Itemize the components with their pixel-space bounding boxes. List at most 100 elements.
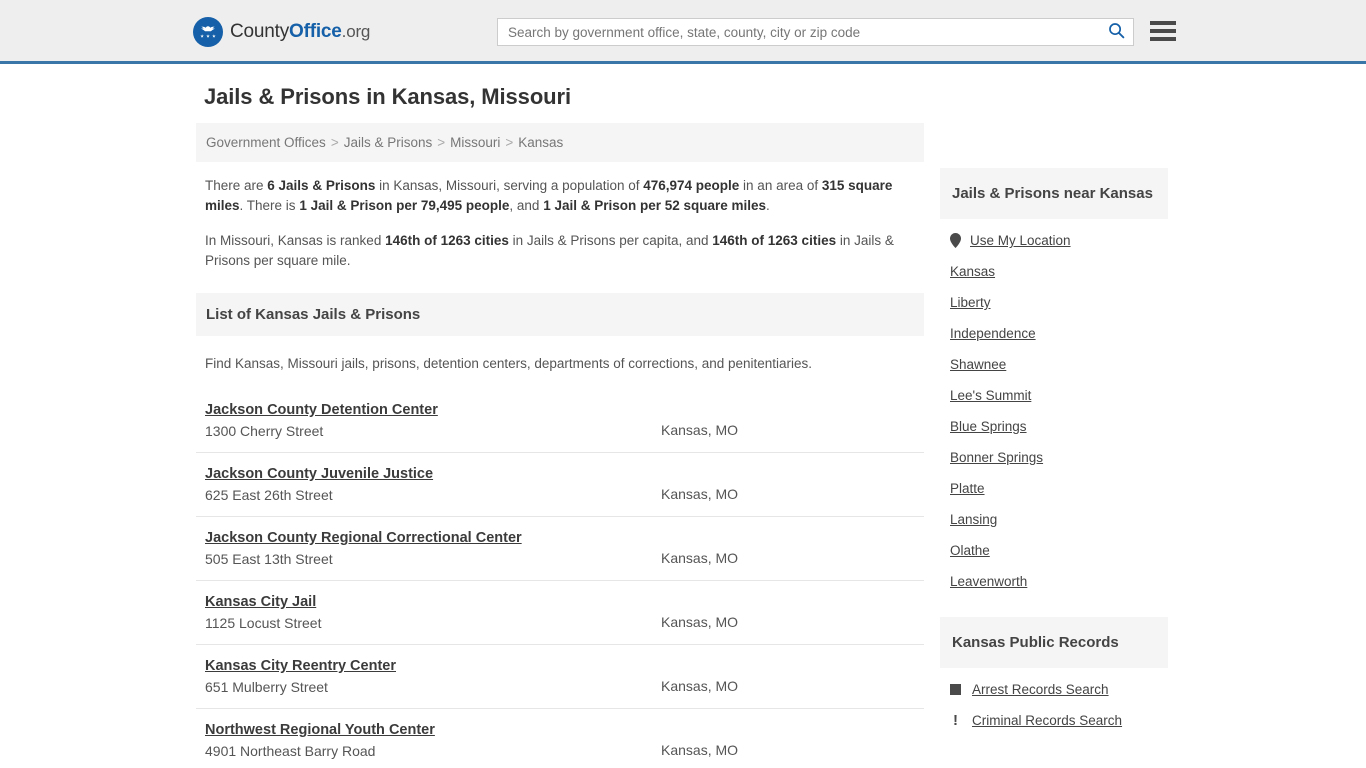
stats-text: , and xyxy=(509,198,544,213)
site-header: CountyOffice.org xyxy=(0,0,1366,64)
stats-text: . xyxy=(766,198,770,213)
listing-title-link[interactable]: Kansas City Reentry Center xyxy=(205,658,396,674)
sidebar-city-link[interactable]: Leavenworth xyxy=(950,574,1027,589)
listing-locality: Kansas, MO xyxy=(661,422,739,438)
sidebar-item-leavenworth[interactable]: Leavenworth xyxy=(940,566,1168,597)
listing-details: Jackson County Regional Correctional Cen… xyxy=(196,529,661,567)
sidebar-public-records-links: Arrest Records Search ! Criminal Records… xyxy=(940,668,1168,736)
breadcrumb-separator: > xyxy=(437,135,446,150)
stats-text: in Kansas, Missouri, serving a populatio… xyxy=(375,178,644,193)
sidebar-item-kansas[interactable]: Kansas xyxy=(940,256,1168,287)
stat-per-people: 1 Jail & Prison per 79,495 people xyxy=(299,198,510,213)
list-section-description: Find Kansas, Missouri jails, prisons, de… xyxy=(205,356,813,371)
listing-address: 505 East 13th Street xyxy=(205,551,333,567)
listing-address: 1125 Locust Street xyxy=(205,615,322,631)
stats-paragraph-counts: There are 6 Jails & Prisons in Kansas, M… xyxy=(205,176,905,216)
search-input[interactable] xyxy=(498,19,1099,45)
list-item[interactable]: Kansas City Jail 1125 Locust Street Kans… xyxy=(196,581,924,645)
stats-text: in an area of xyxy=(739,178,822,193)
sidebar-item-use-my-location[interactable]: Use My Location xyxy=(940,225,1168,256)
jails-prisons-list: Jackson County Detention Center 1300 Che… xyxy=(196,389,924,768)
listing-locality: Kansas, MO xyxy=(661,678,739,694)
sidebar-city-link[interactable]: Olathe xyxy=(950,543,990,558)
sidebar-city-link[interactable]: Bonner Springs xyxy=(950,450,1043,465)
breadcrumb-item-jails-prisons[interactable]: Jails & Prisons xyxy=(344,135,433,150)
listing-address: 625 East 26th Street xyxy=(205,487,333,503)
listing-title-link[interactable]: Northwest Regional Youth Center xyxy=(205,722,435,738)
list-item[interactable]: Jackson County Juvenile Justice 625 East… xyxy=(196,453,924,517)
square-badge-icon xyxy=(950,684,961,695)
sidebar-item-bonner-springs[interactable]: Bonner Springs xyxy=(940,442,1168,473)
logo-text-org: .org xyxy=(341,22,371,41)
logo-text-office: Office xyxy=(289,21,342,42)
sidebar-item-arrest-records-search[interactable]: Arrest Records Search xyxy=(940,674,1168,705)
list-section-heading: List of Kansas Jails & Prisons xyxy=(196,293,924,336)
sidebar-item-lansing[interactable]: Lansing xyxy=(940,504,1168,535)
listing-address: 1300 Cherry Street xyxy=(205,423,324,439)
listing-details: Jackson County Juvenile Justice 625 East… xyxy=(196,465,661,503)
list-item[interactable]: Jackson County Regional Correctional Cen… xyxy=(196,517,924,581)
hamburger-menu-icon[interactable] xyxy=(1150,18,1176,44)
listing-title-link[interactable]: Kansas City Jail xyxy=(205,594,316,610)
use-my-location-link[interactable]: Use My Location xyxy=(970,233,1071,248)
breadcrumb: Government Offices > Jails & Prisons > Misso… xyxy=(196,123,924,162)
menu-bar-2 xyxy=(1150,29,1176,33)
page-title: Jails & Prisons in Kansas, Missouri xyxy=(204,84,571,109)
listing-title-link[interactable]: Jackson County Regional Correctional Cen… xyxy=(205,530,522,546)
sidebar-city-link[interactable]: Lee's Summit xyxy=(950,388,1031,403)
breadcrumb-item-government-offices[interactable]: Government Offices xyxy=(206,135,326,150)
sidebar-city-link[interactable]: Independence xyxy=(950,326,1036,341)
search-button[interactable] xyxy=(1099,19,1133,45)
sidebar-item-shawnee[interactable]: Shawnee xyxy=(940,349,1168,380)
sidebar-city-link[interactable]: Shawnee xyxy=(950,357,1006,372)
sidebar-item-blue-springs[interactable]: Blue Springs xyxy=(940,411,1168,442)
site-logo[interactable]: CountyOffice.org xyxy=(193,17,370,47)
arrest-records-search-link[interactable]: Arrest Records Search xyxy=(972,682,1109,697)
criminal-records-search-link[interactable]: Criminal Records Search xyxy=(972,713,1122,728)
sidebar-city-link[interactable]: Blue Springs xyxy=(950,419,1027,434)
breadcrumb-separator: > xyxy=(505,135,514,150)
listing-details: Kansas City Reentry Center 651 Mulberry … xyxy=(196,657,661,695)
eagle-seal-icon xyxy=(193,17,223,47)
sidebar-item-olathe[interactable]: Olathe xyxy=(940,535,1168,566)
sidebar-city-link[interactable]: Liberty xyxy=(950,295,991,310)
sidebar-nearby-links: Use My Location Kansas Liberty Independe… xyxy=(940,219,1168,597)
sidebar: Jails & Prisons near Kansas Use My Locat… xyxy=(940,168,1168,736)
rank-per-square-mile: 146th of 1263 cities xyxy=(712,233,837,248)
breadcrumb-item-kansas[interactable]: Kansas xyxy=(518,135,563,150)
sidebar-public-records: Kansas Public Records Arrest Records Sea… xyxy=(940,617,1168,736)
listing-details: Northwest Regional Youth Center 4901 Nor… xyxy=(196,721,661,759)
sidebar-item-liberty[interactable]: Liberty xyxy=(940,287,1168,318)
search-icon xyxy=(1108,22,1125,42)
sidebar-item-platte[interactable]: Platte xyxy=(940,473,1168,504)
sidebar-item-lees-summit[interactable]: Lee's Summit xyxy=(940,380,1168,411)
list-item[interactable]: Jackson County Detention Center 1300 Che… xyxy=(196,389,924,453)
stat-jails-count: 6 Jails & Prisons xyxy=(267,178,376,193)
breadcrumb-separator: > xyxy=(330,135,339,150)
listing-title-link[interactable]: Jackson County Detention Center xyxy=(205,402,438,418)
exclamation-icon: ! xyxy=(953,712,958,729)
sidebar-city-link[interactable]: Platte xyxy=(950,481,985,496)
sidebar-city-link[interactable]: Kansas xyxy=(950,264,995,279)
map-pin-icon xyxy=(950,233,961,248)
stat-per-area: 1 Jail & Prison per 52 square miles xyxy=(543,198,767,213)
listing-locality: Kansas, MO xyxy=(661,614,739,630)
breadcrumb-item-missouri[interactable]: Missouri xyxy=(450,135,500,150)
listing-locality: Kansas, MO xyxy=(661,742,739,758)
ranking-text: In Missouri, Kansas is ranked xyxy=(205,233,386,248)
listing-title-link[interactable]: Jackson County Juvenile Justice xyxy=(205,466,433,482)
listing-details: Kansas City Jail 1125 Locust Street xyxy=(196,593,661,631)
menu-bar-3 xyxy=(1150,37,1176,41)
sidebar-public-records-heading: Kansas Public Records xyxy=(940,617,1168,668)
stats-text: . There is xyxy=(239,198,300,213)
listing-locality: Kansas, MO xyxy=(661,550,739,566)
sidebar-item-independence[interactable]: Independence xyxy=(940,318,1168,349)
rank-per-capita: 146th of 1263 cities xyxy=(385,233,509,248)
site-logo-text: CountyOffice.org xyxy=(230,21,370,43)
list-item[interactable]: Kansas City Reentry Center 651 Mulberry … xyxy=(196,645,924,709)
search-bar[interactable] xyxy=(497,18,1134,46)
list-item[interactable]: Northwest Regional Youth Center 4901 Nor… xyxy=(196,709,924,768)
sidebar-city-link[interactable]: Lansing xyxy=(950,512,997,527)
sidebar-item-criminal-records-search[interactable]: ! Criminal Records Search xyxy=(940,705,1168,736)
stats-text: There are xyxy=(205,178,268,193)
